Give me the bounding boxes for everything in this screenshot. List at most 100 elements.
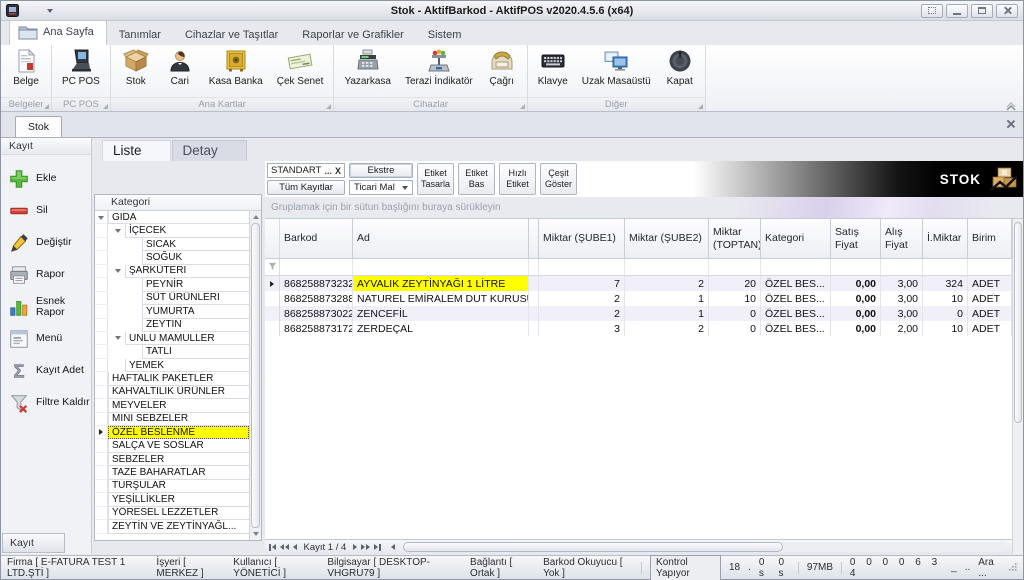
category-node-zeyti-n[interactable]: ZEYTİN <box>142 319 249 332</box>
cell[interactable]: 0,00 <box>831 321 881 336</box>
cell[interactable]: 8682588732881 <box>280 291 353 306</box>
yazarkasa-button[interactable]: Yazarkasa <box>338 47 397 97</box>
cell[interactable]: 0 <box>923 306 968 321</box>
sidebar-item-rapor[interactable]: Rapor <box>1 259 91 291</box>
filter-cell[interactable] <box>539 259 625 275</box>
tree-expand-icon[interactable] <box>115 269 121 273</box>
category-node-gida[interactable]: GIDA <box>108 211 249 224</box>
column-header-kategori[interactable]: Kategori <box>761 219 831 258</box>
kasa-banka-button[interactable]: Kasa Banka <box>203 47 269 97</box>
cell[interactable]: ZERDEÇAL <box>353 321 529 336</box>
cell[interactable]: AYVALIK ZEYTİNYAĞI 1 LİTRE <box>353 276 529 291</box>
etiket-bas-button[interactable]: EtiketBas <box>458 163 495 195</box>
cell[interactable]: 7 <box>539 276 625 291</box>
sidebar-item-ekle[interactable]: Ekle <box>1 163 91 195</box>
sidebar-item-kay-t-adet[interactable]: ΣKayıt Adet <box>1 355 91 387</box>
column-header-ad[interactable]: Ad <box>353 219 529 258</box>
cell[interactable] <box>529 306 539 321</box>
cell[interactable]: 10 <box>923 321 968 336</box>
scroll-left-button[interactable] <box>391 544 395 550</box>
filter-cell[interactable] <box>280 259 353 275</box>
category-node-meyveler[interactable]: MEYVELER <box>108 399 249 412</box>
horizontal-scrollbar-thumb[interactable] <box>403 542 783 552</box>
cell[interactable]: 10 <box>923 291 968 306</box>
cell[interactable]: 324 <box>923 276 968 291</box>
ribbon-collapse-chevron-icon[interactable] <box>1005 99 1017 109</box>
tree-expand-icon[interactable] <box>98 216 104 220</box>
ribbon-tab-cihazlar-ve-ta-tlar[interactable]: Cihazlar ve Taşıtlar <box>173 25 290 45</box>
category-node-peyni-r[interactable]: PEYNİR <box>142 278 249 291</box>
filter-preset-box[interactable]: STANDART ... X <box>267 163 345 178</box>
tree-expand-icon[interactable] <box>115 229 121 233</box>
category-node-sal-a-ve-soslar[interactable]: SALÇA VE SOSLAR <box>108 439 249 452</box>
tab-liste[interactable]: Liste <box>102 140 171 161</box>
cell[interactable] <box>529 276 539 291</box>
tab-detay[interactable]: Detay <box>172 140 247 161</box>
sidebar-item-esnek-rapor[interactable]: Esnek Rapor <box>1 291 91 323</box>
cell[interactable]: ADET <box>968 321 1012 336</box>
table-row[interactable]: 8682588731723ZERDEÇAL320ÖZEL BES...0,002… <box>265 321 1012 336</box>
document-tab-stok[interactable]: Stok <box>15 116 62 137</box>
column-header-blank[interactable] <box>529 219 539 258</box>
column-header-miktar-toptan-[interactable]: Miktar (TOPTAN) <box>709 219 761 258</box>
cell[interactable]: 0 <box>709 321 761 336</box>
cell[interactable]: ÖZEL BES... <box>761 291 831 306</box>
pager-next-button[interactable] <box>353 544 357 550</box>
category-node-sicak[interactable]: SICAK <box>142 238 249 251</box>
category-node-y-resel-lezzetler[interactable]: YÖRESEL LEZZETLER <box>108 507 249 520</box>
column-header-miktar-ube2-[interactable]: Miktar (ŞUBE2) <box>625 219 709 258</box>
cell[interactable]: 2 <box>539 306 625 321</box>
cell[interactable]: ADET <box>968 291 1012 306</box>
cell[interactable] <box>529 291 539 306</box>
pager-next-page-button[interactable] <box>361 544 370 550</box>
ribbon-tab-raporlar-ve-grafikler[interactable]: Raporlar ve Grafikler <box>290 25 415 45</box>
document-close-icon[interactable] <box>1005 119 1015 129</box>
category-node-tur-ular[interactable]: TURŞULAR <box>108 480 249 493</box>
group-dialog-launcher-icon[interactable] <box>103 104 108 109</box>
category-node--zel-beslenme[interactable]: ÖZEL BESLENME <box>108 426 249 439</box>
cell[interactable]: 1 <box>625 306 709 321</box>
cell[interactable]: 0,00 <box>831 306 881 321</box>
category-node-yemek[interactable]: YEMEK <box>125 359 249 372</box>
category-node-mi-ni-sebzeler[interactable]: MİNİ SEBZELER <box>108 413 249 426</box>
terazi-i-ndikat-r-button[interactable]: Terazi İndikatör <box>399 47 479 97</box>
category-node-sebzeler[interactable]: SEBZELER <box>108 453 249 466</box>
status-search-label[interactable]: Ara ... <box>978 557 1000 579</box>
group-dialog-launcher-icon[interactable] <box>698 104 703 109</box>
category-node-so-uk[interactable]: SOĞUK <box>142 251 249 264</box>
pc-pos-button[interactable]: PC POS <box>56 47 106 97</box>
scroll-down-icon[interactable] <box>253 532 259 536</box>
minimize-button[interactable] <box>946 4 968 18</box>
group-dialog-launcher-icon[interactable] <box>520 104 525 109</box>
cell[interactable]: 0 <box>709 306 761 321</box>
pager-prev-button[interactable] <box>293 544 297 550</box>
category-node-zeyti-n-ve-zeyti-nya-l-[interactable]: ZEYTİN VE ZEYTİNYAĞL... <box>108 520 249 533</box>
cell[interactable]: 0,00 <box>831 276 881 291</box>
cell[interactable]: 2 <box>539 291 625 306</box>
column-header-al-fiyat[interactable]: Alış Fiyat <box>881 219 923 258</box>
column-header-i-miktar[interactable]: İ.Miktar <box>923 219 968 258</box>
filter-more-icon[interactable]: ... <box>324 166 332 176</box>
cell[interactable]: ADET <box>968 306 1012 321</box>
cell[interactable]: ZENCEFİL <box>353 306 529 321</box>
etiket-tasarla-button[interactable]: EtiketTasarla <box>417 163 454 195</box>
category-node-haftalik-paketler[interactable]: HAFTALIK PAKETLER <box>108 372 249 385</box>
vertical-scrollbar[interactable] <box>1012 219 1023 554</box>
category-tree-header[interactable]: Kategori <box>95 195 261 211</box>
cell[interactable]: ADET <box>968 276 1012 291</box>
uzak-masa-st--button[interactable]: Uzak Masaüstü <box>576 47 657 97</box>
klavye-button[interactable]: Klavye <box>532 47 574 97</box>
group-dialog-launcher-icon[interactable] <box>326 104 331 109</box>
column-header-miktar-ube1-[interactable]: Miktar (ŞUBE1) <box>539 219 625 258</box>
sidebar-footer-kayit[interactable]: Kayıt <box>2 533 65 553</box>
cell[interactable]: 0,00 <box>831 291 881 306</box>
stok-button[interactable]: Stok <box>115 47 157 97</box>
ribbon-tab-ana-sayfa[interactable]: Ana Sayfa <box>9 20 107 45</box>
category-node-i-ecek[interactable]: İÇECEK <box>125 224 249 237</box>
filter-cell[interactable] <box>831 259 881 275</box>
sidebar-item-men-[interactable]: Menü <box>1 323 91 355</box>
fit-window-button[interactable] <box>921 4 943 18</box>
ekstre-button[interactable]: Ekstre <box>349 163 413 178</box>
column-header-barkod[interactable]: Barkod <box>280 219 353 258</box>
h-zl-etiket-button[interactable]: HızlıEtiket <box>499 163 536 195</box>
